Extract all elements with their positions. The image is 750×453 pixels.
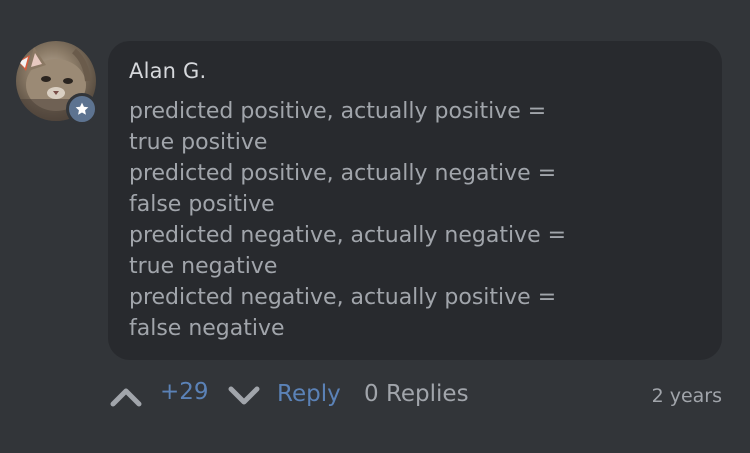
comment-actions: +29 Reply 0 Replies 2 years: [108, 374, 722, 418]
author-name[interactable]: Alan G.: [129, 59, 206, 83]
comment-line: true positive: [129, 130, 268, 155]
chevron-down-icon: [228, 386, 260, 405]
vote-score: +29: [160, 379, 209, 405]
comment-line: predicted positive, actually negative =: [129, 161, 557, 186]
comment-line: predicted positive, actually positive =: [129, 99, 547, 124]
comment-line: false negative: [129, 316, 285, 341]
upvote-button[interactable]: [108, 380, 144, 412]
chevron-up-icon: [110, 388, 142, 407]
reply-button[interactable]: Reply: [277, 381, 341, 407]
comment-body: predicted positive, actually positive = …: [129, 96, 709, 344]
comment-bubble: Alan G. predicted positive, actually pos…: [108, 41, 722, 360]
comment-line: predicted negative, actually positive =: [129, 285, 557, 310]
comment: Alan G. predicted positive, actually pos…: [0, 0, 750, 453]
comment-line: predicted negative, actually negative =: [129, 223, 567, 248]
star-icon: [75, 102, 89, 115]
comment-line: true negative: [129, 254, 278, 279]
timestamp: 2 years: [651, 385, 722, 407]
moderator-badge: [66, 93, 98, 125]
downvote-button[interactable]: [226, 380, 262, 412]
author-avatar-wrapper[interactable]: [16, 41, 98, 125]
replies-count-button[interactable]: 0 Replies: [364, 381, 469, 407]
comment-line: false positive: [129, 192, 275, 217]
